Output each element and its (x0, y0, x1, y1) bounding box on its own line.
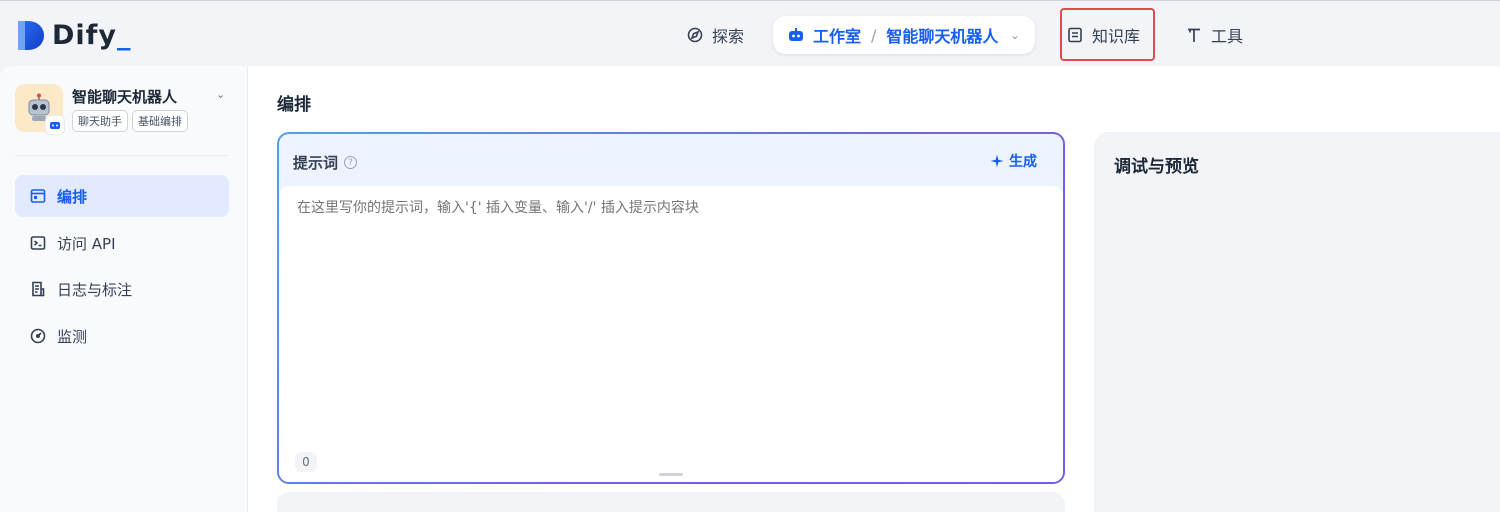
app-tags: 聊天助手 基础编排 (72, 110, 188, 132)
generate-button[interactable]: 生成 (990, 151, 1037, 171)
sidebar-item-label: 编排 (57, 187, 88, 206)
app-mode-tag: 基础编排 (132, 110, 188, 132)
prompt-header: 提示词 ? (293, 152, 358, 173)
prompt-input[interactable] (297, 200, 1037, 216)
generate-label: 生成 (1009, 154, 1037, 170)
dify-logo-icon (18, 20, 44, 50)
prompt-editor[interactable]: 0 (279, 186, 1063, 482)
sidebar-item-label: 访问 API (57, 234, 116, 253)
chevron-down-icon[interactable]: ⌄ (1010, 29, 1019, 42)
prompt-card-inner: 提示词 ? 生成 0 (279, 134, 1063, 482)
chevron-down-icon[interactable]: ⌄ (216, 88, 225, 101)
app-type-tag: 聊天助手 (72, 110, 128, 132)
nav-explore-label: 探索 (712, 27, 745, 46)
gauge-icon (30, 328, 46, 344)
studio-breadcrumb[interactable]: 工作室 / 智能聊天机器人 ⌄ (773, 16, 1035, 54)
current-app-label[interactable]: 智能聊天机器人 (886, 23, 998, 47)
sidebar-item-logs[interactable]: 日志与标注 (15, 268, 229, 310)
next-section-card (277, 492, 1065, 512)
top-bar: Dify_ 探索 工作室 / 智能聊天机器人 ⌄ 知识库 工具 (0, 0, 1500, 66)
debug-title: 调试与预览 (1114, 157, 1199, 177)
app-sidebar: 智能聊天机器人 ⌄ 聊天助手 基础编排 编排 访问 API 日志与标注 监测 (0, 66, 248, 512)
hammer-icon (1188, 28, 1200, 42)
char-count: 0 (295, 452, 317, 472)
sidebar-item-api[interactable]: 访问 API (15, 222, 229, 264)
nav-studio-label[interactable]: 工作室 (813, 23, 861, 47)
page-title: 编排 (277, 95, 311, 115)
nav-knowledge-label: 知识库 (1092, 27, 1141, 46)
chatbot-badge-icon (45, 115, 65, 135)
sidebar-item-label: 监测 (57, 327, 88, 346)
help-icon[interactable]: ? (344, 156, 358, 169)
sidebar-item-monitor[interactable]: 监测 (15, 315, 229, 357)
nav-tools[interactable]: 工具 (1175, 19, 1253, 51)
resize-handle[interactable] (659, 473, 683, 476)
dify-logo[interactable]: Dify_ (16, 18, 132, 52)
file-list-icon (32, 281, 45, 297)
nav-knowledge[interactable]: 知识库 (1056, 19, 1150, 51)
layout-icon (30, 189, 46, 203)
sparkle-icon (990, 154, 1004, 168)
prompt-card: 提示词 ? 生成 0 (277, 132, 1065, 484)
breadcrumb-separator: / (871, 25, 877, 45)
app-name: 智能聊天机器人 (72, 88, 178, 106)
sidebar-item-label: 日志与标注 (57, 280, 133, 299)
prompt-label: 提示词 (293, 154, 339, 172)
main-content: 编排 提示词 ? 生成 0 调试与预览 (248, 66, 1500, 512)
compass-icon (687, 27, 703, 43)
nav-explore[interactable]: 探索 (676, 19, 754, 51)
sidebar-divider (15, 155, 229, 156)
robot-icon (789, 28, 803, 41)
book-icon (1068, 27, 1082, 43)
brand-name: Dify_ (52, 19, 132, 51)
debug-preview-panel: 调试与预览 (1094, 132, 1500, 512)
sidebar-item-orchestrate[interactable]: 编排 (15, 175, 229, 217)
nav-tools-label: 工具 (1211, 27, 1244, 46)
terminal-icon (30, 236, 46, 250)
